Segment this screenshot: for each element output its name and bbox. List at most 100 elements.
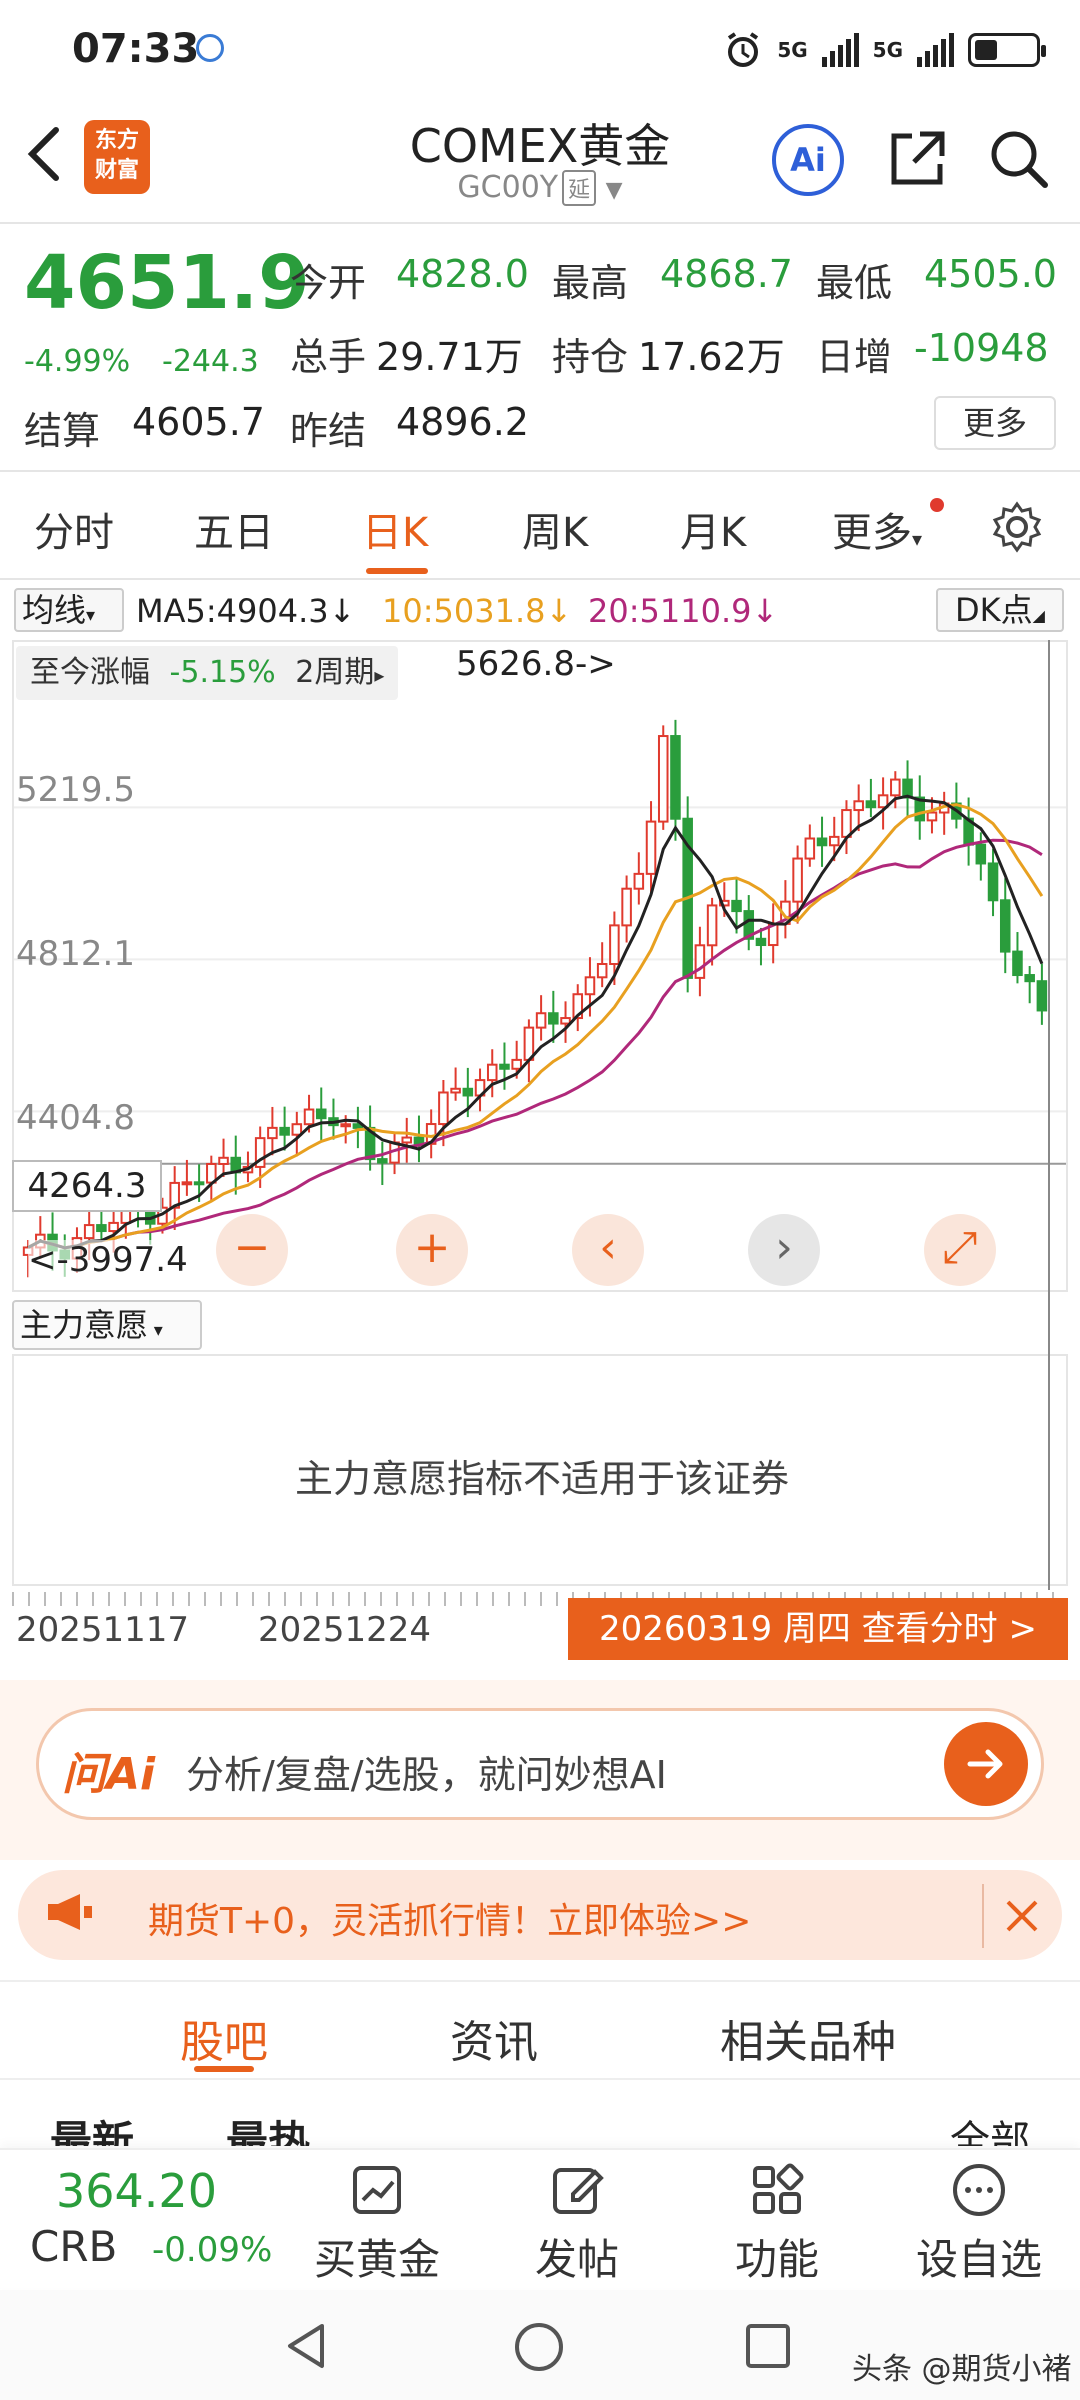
candle-body: [1024, 974, 1035, 983]
tab-daily-k[interactable]: 日K: [362, 500, 428, 558]
signal-icon-2: [917, 33, 954, 67]
candle-body: [841, 809, 852, 838]
tab-related[interactable]: 相关品种: [720, 2006, 896, 2070]
nav-home-icon[interactable]: [512, 2320, 566, 2374]
ma20-value: 20:5110.9↓: [588, 592, 779, 630]
tab-intraday[interactable]: 分时: [34, 500, 114, 558]
nav-back-icon[interactable]: [282, 2320, 332, 2372]
settings-button[interactable]: [990, 500, 1044, 558]
candle-body: [828, 835, 840, 847]
caret-down-icon: ▾: [912, 527, 923, 551]
since-change-badge[interactable]: 至今涨幅 -5.15% 2周期▸: [16, 646, 399, 700]
tab-news[interactable]: 资讯: [450, 2006, 538, 2070]
volume-value: 29.71万: [376, 335, 523, 379]
candle-body: [657, 735, 669, 823]
nav-recents-icon[interactable]: [744, 2322, 792, 2370]
candle-body: [377, 1158, 388, 1164]
tab-forum[interactable]: 股吧: [180, 2006, 268, 2070]
delay-tag: 延: [562, 170, 597, 206]
close-icon: [1006, 1900, 1038, 1932]
y-label-high: 5219.5: [16, 770, 135, 810]
since-change-label: 至今涨幅: [30, 655, 150, 690]
ma-row: 均线▾ MA5:4904.3↓ 10:5031.8↓ 20:5110.9↓ DK…: [0, 584, 1080, 636]
arrow-right-icon: [967, 1749, 1003, 1779]
more-dots-icon: [953, 2164, 1005, 2216]
megaphone-icon: [44, 1890, 96, 1944]
candle-body: [438, 1091, 449, 1126]
ma-selector-label: 均线: [22, 591, 87, 629]
open-interest-label: 持仓: [552, 335, 629, 379]
edit-icon: [553, 2168, 604, 2214]
header: 东方 财富 COMEX黄金 GC00Y 延 ▼ Ai: [0, 100, 1080, 220]
dk-point-button[interactable]: DK点◢: [936, 588, 1064, 632]
battery-icon: [968, 33, 1046, 67]
promo-close-button[interactable]: [982, 1884, 1042, 1948]
candle-body: [193, 1181, 205, 1186]
ai-submit-button[interactable]: [944, 1722, 1028, 1806]
settle-label: 结算: [24, 409, 101, 453]
chevron-down-icon: ▼: [605, 178, 623, 203]
caret-down-icon: ▾: [148, 1320, 163, 1341]
min-price-label: <-3997.4: [28, 1240, 188, 1280]
post-button[interactable]: 发帖: [502, 2160, 652, 2287]
app-notification-icon: [196, 34, 224, 62]
candle-body: [1012, 950, 1023, 977]
low-value: 4505.0: [924, 252, 1057, 296]
volume-label: 总手: [290, 335, 367, 379]
signal-icon: [821, 33, 859, 67]
crb-price[interactable]: 364.20: [56, 2164, 217, 2218]
sort-hot[interactable]: 最热: [226, 2108, 310, 2146]
daily-change-label: 日增: [816, 335, 893, 379]
candle-body: [401, 1136, 413, 1144]
scroll-right-button[interactable]: ›: [748, 1214, 820, 1286]
sort-latest[interactable]: 最新: [50, 2108, 134, 2146]
indicator-selector-label: 主力意愿: [20, 1306, 149, 1344]
tab-five-day[interactable]: 五日: [194, 500, 274, 558]
buy-gold-button[interactable]: 买黄金: [302, 2160, 452, 2287]
filter-all[interactable]: 全部: [950, 2108, 1030, 2146]
tab-monthly-k[interactable]: 月K: [680, 500, 746, 558]
candle-body: [621, 887, 632, 927]
candle-body: [462, 1087, 474, 1097]
candle-body: [792, 857, 803, 903]
scroll-left-button[interactable]: ‹: [572, 1214, 644, 1286]
candle-body: [706, 904, 718, 947]
ai-button[interactable]: Ai: [772, 124, 844, 196]
function-button[interactable]: 功能: [702, 2160, 852, 2287]
prev-settle-value: 4896.2: [396, 400, 529, 444]
candle-body: [596, 963, 608, 979]
tab-weekly-k[interactable]: 周K: [522, 500, 588, 558]
add-watchlist-button[interactable]: 设自选: [904, 2160, 1054, 2287]
view-intraday-button[interactable]: 20260319 周四 查看分时 >: [568, 1598, 1068, 1660]
zoom-out-button[interactable]: −: [216, 1214, 288, 1286]
ai-search-placeholder: 分析/复盘/选股，就问妙想AI: [186, 1753, 667, 1797]
notification-dot: [930, 498, 944, 512]
status-time: 07:33: [72, 26, 200, 72]
candle-body: [108, 1221, 119, 1233]
tab-more-label: 更多: [832, 510, 912, 556]
more-quote-button[interactable]: 更多: [934, 396, 1056, 450]
daily-change-value: -10948: [914, 326, 1049, 370]
search-button[interactable]: [986, 126, 1052, 192]
ma-selector[interactable]: 均线▾: [14, 588, 124, 632]
candle-body: [291, 1123, 303, 1136]
open-label: 今开: [290, 261, 367, 305]
kline-chart[interactable]: [12, 640, 1068, 1292]
zoom-in-button[interactable]: +: [396, 1214, 468, 1286]
candle-body: [279, 1126, 290, 1136]
prev-settle-label: 昨结: [290, 409, 367, 453]
fullscreen-button[interactable]: ⤢: [924, 1214, 996, 1286]
candle-body: [267, 1126, 278, 1140]
status-bar: 07:33 5G 5G: [0, 0, 1080, 100]
status-indicators: 5G 5G: [723, 26, 1046, 74]
promo-text: 期货T+0，灵活抓行情！立即体验>>: [148, 1901, 752, 1942]
chart-box-icon: [353, 2166, 401, 2214]
share-icon: [891, 131, 945, 185]
candle-body: [633, 872, 645, 890]
candle-body: [511, 1058, 522, 1070]
content-tabs: 股吧 资讯 相关品种: [0, 1980, 1080, 2080]
share-button[interactable]: [884, 126, 950, 192]
indicator-selector[interactable]: 主力意愿 ▾: [12, 1300, 202, 1350]
candle-body: [645, 820, 657, 875]
tab-more[interactable]: 更多▾: [832, 500, 922, 558]
